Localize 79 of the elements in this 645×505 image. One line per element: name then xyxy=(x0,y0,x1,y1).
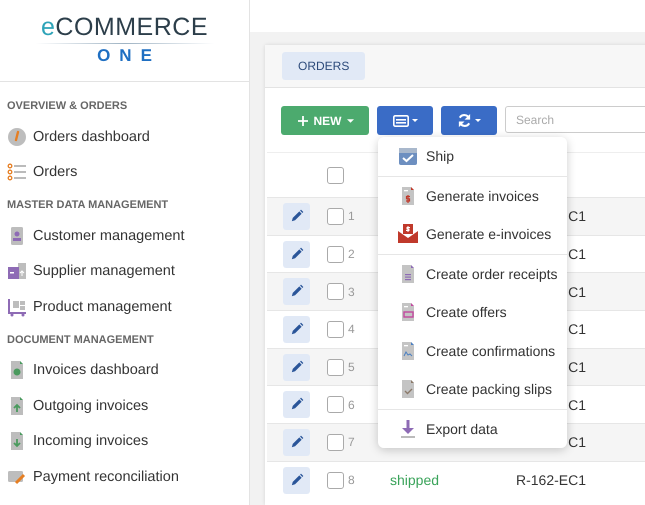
menu-item[interactable]: Generate e-invoices xyxy=(378,215,567,254)
menu-item[interactable]: Ship xyxy=(378,137,567,176)
nav-item[interactable]: Payment reconciliation xyxy=(7,459,249,494)
check-box-icon xyxy=(398,146,418,166)
nav-item[interactable]: Orders dashboard xyxy=(7,119,249,154)
gauge-icon xyxy=(7,126,27,147)
edit-button[interactable] xyxy=(283,278,310,306)
row-number: 4 xyxy=(347,322,356,336)
download-icon xyxy=(398,418,418,439)
edit-button[interactable] xyxy=(283,316,310,343)
order-code: C1 xyxy=(568,434,586,450)
row-checkbox[interactable] xyxy=(327,396,344,414)
order-code: R-162-EC1 xyxy=(516,472,586,488)
menu-item[interactable]: Create offers xyxy=(378,293,567,332)
menu-item[interactable]: Export data xyxy=(378,410,567,448)
edit-button[interactable] xyxy=(283,428,310,456)
select-all-checkbox[interactable] xyxy=(327,166,344,184)
nav-item[interactable]: Supplier management xyxy=(7,254,249,289)
row-checkbox[interactable] xyxy=(327,320,344,338)
row-number: 1 xyxy=(347,209,356,224)
order-code: C1 xyxy=(568,359,586,376)
edit-button[interactable] xyxy=(283,466,310,494)
order-code: C1 xyxy=(568,208,586,224)
row-checkbox[interactable] xyxy=(327,358,344,376)
dollar-envelope-icon xyxy=(398,224,418,244)
nav-item[interactable]: Product management xyxy=(7,289,249,324)
caret-icon xyxy=(412,119,418,122)
menu-item[interactable]: Create confirmations xyxy=(378,332,567,370)
row-number: 5 xyxy=(347,360,356,374)
row-number: 7 xyxy=(347,435,356,450)
row-number: 6 xyxy=(347,398,356,412)
caret-icon xyxy=(475,119,481,122)
nav-item[interactable]: Customer management xyxy=(7,218,249,254)
logo-text: COMMERCE xyxy=(55,13,208,41)
row-number: 2 xyxy=(347,247,356,262)
row-checkbox[interactable] xyxy=(327,283,344,300)
cart-icon xyxy=(7,296,27,317)
pencil-icon xyxy=(289,472,304,488)
nav-item[interactable]: Outgoing invoices xyxy=(7,388,249,424)
documents-dropdown-button[interactable] xyxy=(377,106,433,135)
nav-item[interactable]: Incoming invoices xyxy=(7,424,249,459)
menu-item[interactable]: Create order receipts xyxy=(378,254,567,293)
section-title: MASTER DATA MANAGEMENT xyxy=(7,199,170,213)
menu-item[interactable]: Generate invoices xyxy=(378,176,567,215)
order-code: C1 xyxy=(568,396,586,413)
row-number: 8 xyxy=(347,473,356,488)
section-title: DOCUMENT MANAGEMENT xyxy=(7,334,155,348)
pencil-icon xyxy=(289,246,304,262)
document-icon xyxy=(392,114,408,126)
edit-button[interactable] xyxy=(283,391,310,418)
row-checkbox[interactable] xyxy=(327,434,344,451)
row-checkbox[interactable] xyxy=(327,208,344,225)
tab[interactable]: ORDERS xyxy=(282,52,366,80)
pencil-icon xyxy=(289,360,304,375)
nav-item[interactable]: Orders xyxy=(7,154,249,190)
row-checkbox[interactable] xyxy=(327,472,344,489)
search-field[interactable]: Search xyxy=(505,106,645,133)
row-number: 3 xyxy=(347,284,356,299)
pencil-icon xyxy=(289,208,304,224)
menu-item[interactable]: Create packing slips xyxy=(378,370,567,408)
pencil-icon xyxy=(289,434,304,450)
order-code: C1 xyxy=(568,284,586,300)
row-checkbox[interactable] xyxy=(327,246,344,263)
logo-text: e xyxy=(40,13,56,41)
edit-button[interactable] xyxy=(283,240,310,268)
edit-button[interactable] xyxy=(283,202,310,230)
plus-icon xyxy=(296,114,308,126)
caret-icon xyxy=(346,118,354,122)
refresh-icon xyxy=(457,113,472,128)
status-text: shipped xyxy=(390,472,440,488)
section-title: OVERVIEW & ORDERS xyxy=(7,100,128,114)
order-code: C1 xyxy=(568,246,586,262)
logo-tagline: ONE xyxy=(97,46,161,66)
list-icon xyxy=(7,162,27,182)
order-code: C1 xyxy=(568,321,586,338)
refresh-dropdown-button[interactable] xyxy=(441,106,497,135)
edit-button[interactable] xyxy=(283,354,310,381)
nav-item[interactable]: Invoices dashboard xyxy=(7,352,249,388)
pencil-icon xyxy=(289,322,304,337)
